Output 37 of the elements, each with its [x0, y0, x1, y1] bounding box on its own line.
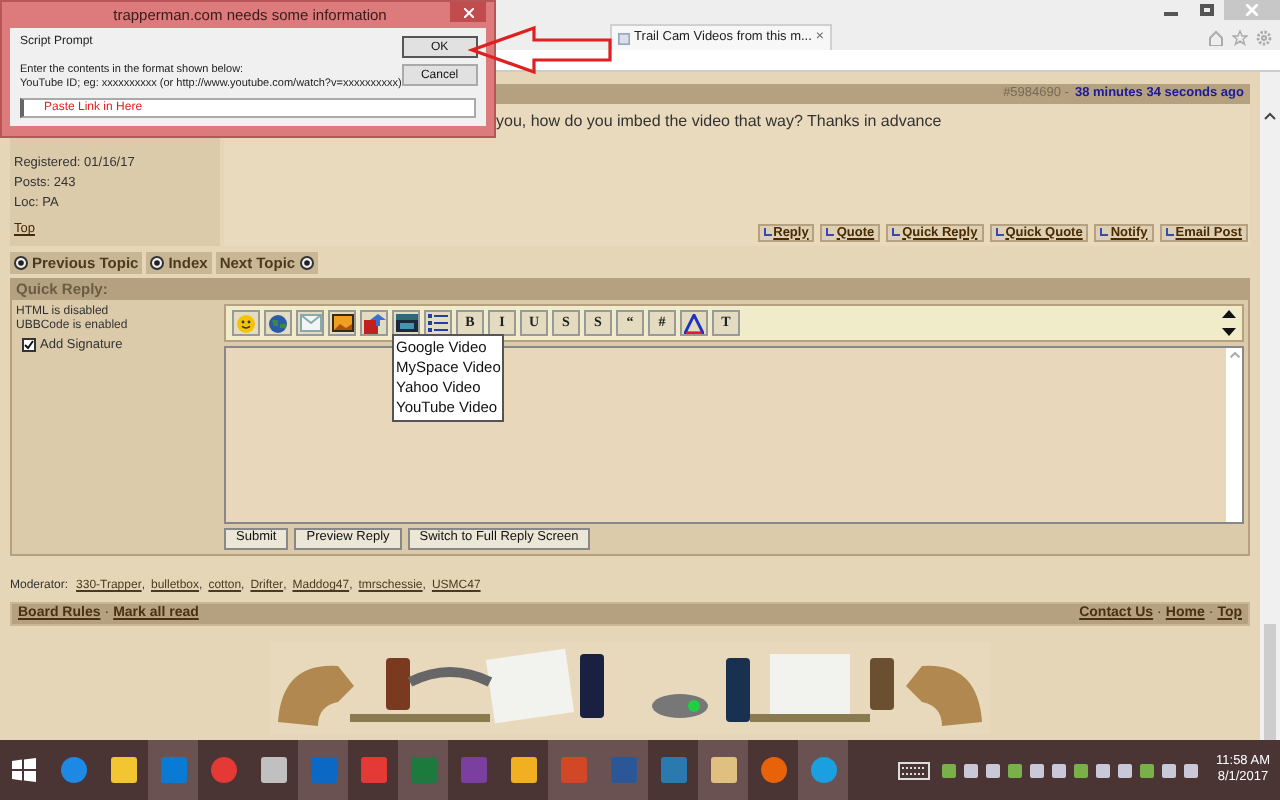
toolbar-button[interactable] — [424, 310, 452, 336]
scroll-thumb[interactable] — [1264, 624, 1276, 740]
list-icon — [428, 314, 448, 332]
app-icon[interactable] — [109, 756, 137, 784]
app-icon[interactable] — [759, 756, 787, 784]
close-icon — [1246, 4, 1258, 16]
toolbar-button[interactable] — [392, 310, 420, 336]
smiley-icon — [236, 313, 256, 333]
toolbar-button[interactable] — [232, 310, 260, 336]
post-text: you, how do you imbed the video that way? Thanks in advance — [496, 110, 944, 134]
toolbar-button[interactable] — [680, 310, 708, 336]
windows-logo-icon[interactable] — [12, 758, 36, 782]
toolbar-button[interactable] — [264, 310, 292, 336]
app-icon[interactable] — [709, 756, 737, 784]
bullet-icon — [14, 256, 28, 270]
film-icon — [395, 314, 417, 332]
scrollbar[interactable] — [1260, 72, 1280, 740]
scroll-arrows-icon[interactable] — [1222, 310, 1236, 336]
close-icon — [463, 7, 473, 17]
app-icon[interactable] — [509, 756, 537, 784]
app-icon[interactable] — [259, 756, 287, 784]
upload-icon — [363, 313, 385, 333]
image-icon — [331, 314, 353, 332]
signature-checkbox[interactable] — [22, 338, 36, 352]
triangle-icon — [684, 313, 704, 333]
dialog-close-button[interactable] — [450, 2, 486, 22]
scroll-up-icon[interactable] — [1264, 112, 1276, 120]
bullet-icon — [150, 256, 165, 270]
toolbar-button[interactable] — [328, 310, 356, 336]
page-icon — [618, 31, 631, 45]
bullet-icon — [299, 256, 314, 270]
check-icon — [24, 340, 34, 350]
app-icon[interactable] — [59, 756, 87, 784]
envelope-icon — [299, 314, 321, 332]
keyboard-icon[interactable] — [898, 761, 931, 779]
star-icon[interactable] — [1232, 30, 1248, 46]
globe-icon — [268, 313, 288, 333]
